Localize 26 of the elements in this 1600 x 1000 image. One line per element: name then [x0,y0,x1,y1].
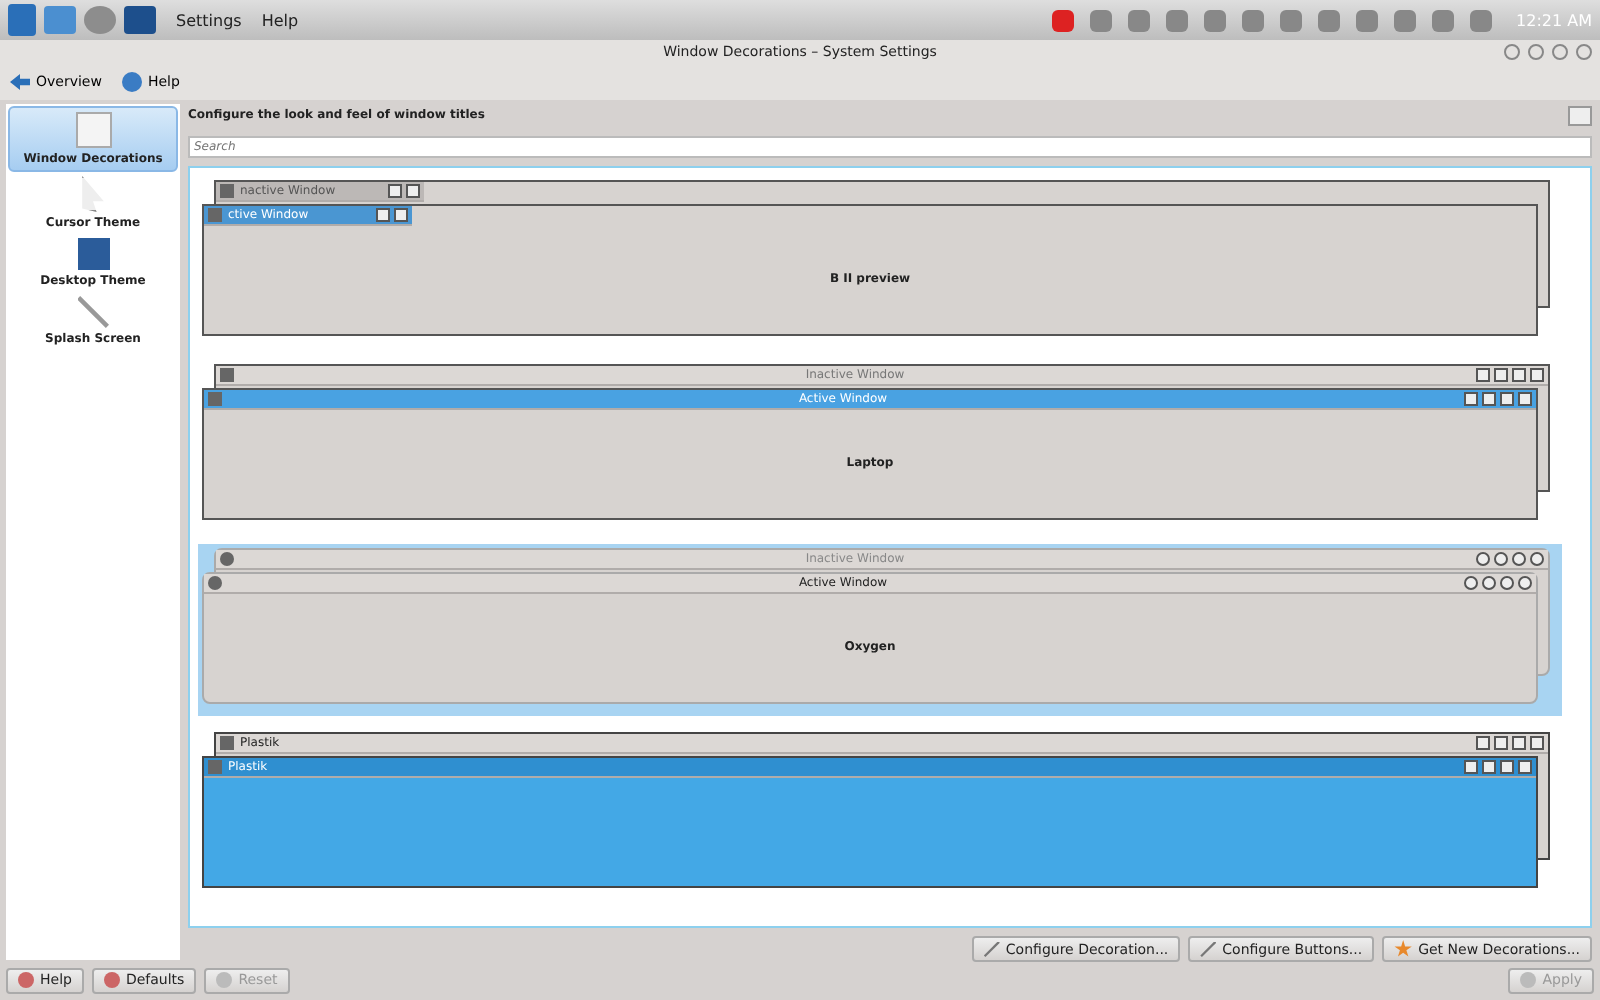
minimize-icon[interactable] [1528,44,1544,60]
tray-icon[interactable] [1052,9,1075,31]
monitor-icon[interactable] [124,6,156,34]
app-launcher-icon[interactable] [8,4,36,36]
tray-icon[interactable] [1242,9,1265,31]
tray-icon[interactable] [1280,9,1303,31]
maximize-icon[interactable] [1552,44,1568,60]
tray-icon[interactable] [1432,9,1455,31]
help-icon [121,72,142,92]
tray-icon[interactable] [1128,9,1151,31]
close-icon[interactable] [1576,44,1592,60]
tray-icon[interactable] [1470,9,1493,31]
button-icon [216,972,233,988]
button-icon [18,972,34,988]
tray-icon[interactable] [1318,9,1341,31]
help-icon[interactable] [1504,44,1520,60]
tray-icon[interactable] [1204,9,1227,31]
menu-item[interactable]: Help [261,11,299,29]
tray-icon[interactable] [1166,9,1189,31]
button-icon [103,972,120,988]
tray-icon[interactable] [1394,9,1417,31]
button-icon [1520,972,1537,988]
tray-icon[interactable] [1090,9,1113,31]
menu-item[interactable]: Settings [176,11,242,29]
tray-icon[interactable] [1356,9,1379,31]
window-icon [1568,105,1592,126]
